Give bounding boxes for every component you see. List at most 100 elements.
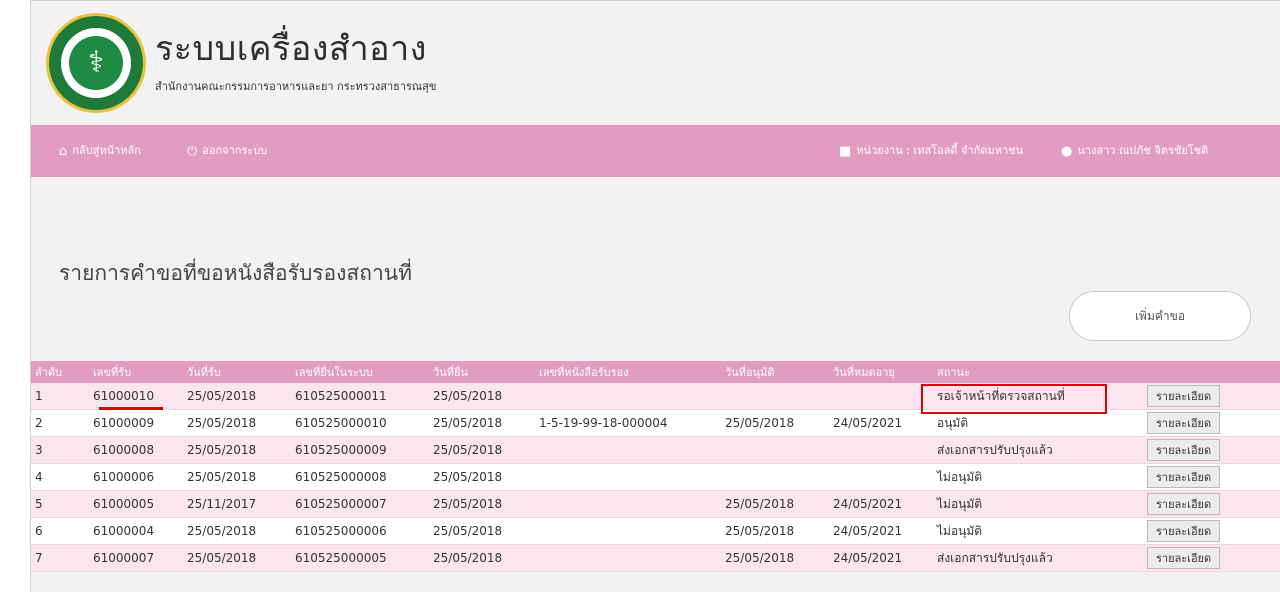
- cell-receive-date: 25/05/2018: [183, 463, 291, 491]
- nav-home-link[interactable]: ⌂ กลับสู่หน้าหลัก: [59, 125, 141, 177]
- cell-expire-date: 24/05/2021: [829, 544, 933, 572]
- cell-no: 3: [31, 436, 89, 464]
- nav-agency[interactable]: ■ หน่วยงาน : เทสโอลดี้ จำกัดมหาชน: [839, 125, 1023, 177]
- column-header[interactable]: วันที่หมดอายุ: [829, 361, 933, 383]
- receive-no-underline-annotation: [99, 407, 163, 410]
- cell-system-no: 610525000006: [291, 517, 429, 545]
- nav-user[interactable]: ● นางสาว ณปภัช จิตรชัยโชติ: [1061, 125, 1208, 177]
- detail-button[interactable]: รายละเอียด: [1147, 520, 1221, 542]
- app-frame: ⚕ ระบบเครื่องสำอาง สำนักงานคณะกรรมการอาห…: [30, 0, 1280, 592]
- cell-receive-no: 61000010: [89, 383, 183, 410]
- add-request-button[interactable]: เพิ่มคำขอ: [1069, 291, 1251, 341]
- column-header[interactable]: เลขที่หนังสือรับรอง: [535, 361, 721, 383]
- caduceus-icon: ⚕: [69, 36, 123, 90]
- cell-receive-no: 61000007: [89, 544, 183, 572]
- nav-logout-label: ออกจากระบบ: [202, 144, 268, 157]
- cell-no: 2: [31, 409, 89, 437]
- cell-expire-date: 24/05/2021: [829, 517, 933, 545]
- cell-action: รายละเอียด: [1143, 544, 1280, 572]
- cell-action: รายละเอียด: [1143, 436, 1280, 464]
- cell-status: ไม่อนุมัติ: [933, 490, 1143, 518]
- table-row: 4 61000006 25/05/2018 610525000008 25/05…: [31, 463, 1280, 491]
- cell-receive-no: 61000006: [89, 463, 183, 491]
- cell-action: รายละเอียด: [1143, 463, 1280, 491]
- detail-button[interactable]: รายละเอียด: [1147, 439, 1221, 461]
- cell-receive-no: 61000004: [89, 517, 183, 545]
- table-row: 6 61000004 25/05/2018 610525000006 25/05…: [31, 517, 1280, 545]
- cell-receive-date: 25/05/2018: [183, 409, 291, 437]
- cell-expire-date: [829, 463, 933, 491]
- cell-expire-date: [829, 383, 933, 410]
- cell-cert-no: [535, 436, 721, 464]
- site-title: ระบบเครื่องสำอาง: [155, 29, 427, 69]
- logo-ring: ⚕: [61, 28, 131, 98]
- cell-expire-date: 24/05/2021: [829, 409, 933, 437]
- cell-cert-no: 1-5-19-99-18-000004: [535, 409, 721, 437]
- cell-submit-date: 25/05/2018: [429, 409, 535, 437]
- cell-approve-date: [721, 383, 829, 410]
- cell-receive-date: 25/05/2018: [183, 517, 291, 545]
- cell-no: 7: [31, 544, 89, 572]
- cell-expire-date: 24/05/2021: [829, 490, 933, 518]
- cell-cert-no: [535, 544, 721, 572]
- home-icon: ⌂: [59, 143, 68, 159]
- detail-button[interactable]: รายละเอียด: [1147, 547, 1221, 569]
- cell-action: รายละเอียด: [1143, 383, 1280, 410]
- cell-receive-date: 25/11/2017: [183, 490, 291, 518]
- detail-button[interactable]: รายละเอียด: [1147, 493, 1221, 515]
- cell-approve-date: [721, 463, 829, 491]
- nav-logout-link[interactable]: ⏻ ออกจากระบบ: [187, 125, 267, 177]
- cell-receive-no: 61000005: [89, 490, 183, 518]
- cell-action: รายละเอียด: [1143, 517, 1280, 545]
- column-header[interactable]: เลขที่รับ: [89, 361, 183, 383]
- column-header[interactable]: เลขที่ยื่นในระบบ: [291, 361, 429, 383]
- cell-no: 6: [31, 517, 89, 545]
- cell-submit-date: 25/05/2018: [429, 436, 535, 464]
- nav-agency-label: หน่วยงาน : เทสโอลดี้ จำกัดมหาชน: [856, 144, 1024, 157]
- cell-status: ส่งเอกสารปรับปรุงแล้ว: [933, 544, 1143, 572]
- cell-status: ไม่อนุมัติ: [933, 517, 1143, 545]
- cell-cert-no: [535, 463, 721, 491]
- cell-action: รายละเอียด: [1143, 409, 1280, 437]
- cell-approve-date: 25/05/2018: [721, 544, 829, 572]
- cell-no: 5: [31, 490, 89, 518]
- cell-status: รอเจ้าหน้าที่ตรวจสถานที่: [933, 383, 1143, 410]
- cell-system-no: 610525000009: [291, 436, 429, 464]
- power-icon: ⏻: [187, 143, 198, 159]
- cell-system-no: 610525000005: [291, 544, 429, 572]
- cell-receive-no: 61000009: [89, 409, 183, 437]
- nav-home-label: กลับสู่หน้าหลัก: [72, 144, 141, 157]
- user-icon: ●: [1061, 143, 1073, 159]
- detail-button[interactable]: รายละเอียด: [1147, 466, 1221, 488]
- table-row: 5 61000005 25/11/2017 610525000007 25/05…: [31, 490, 1280, 518]
- cell-status: ส่งเอกสารปรับปรุงแล้ว: [933, 436, 1143, 464]
- detail-button[interactable]: รายละเอียด: [1147, 412, 1221, 434]
- briefcase-icon: ■: [839, 143, 852, 159]
- cell-submit-date: 25/05/2018: [429, 383, 535, 410]
- cell-action: รายละเอียด: [1143, 490, 1280, 518]
- cell-status: อนุมัติ: [933, 409, 1143, 437]
- cell-receive-date: 25/05/2018: [183, 436, 291, 464]
- page-title: รายการคำขอที่ขอหนังสือรับรองสถานที่: [59, 261, 412, 285]
- table-row: 1 61000010 25/05/2018 610525000011 25/05…: [31, 383, 1280, 410]
- cell-approve-date: 25/05/2018: [721, 490, 829, 518]
- cell-no: 1: [31, 383, 89, 410]
- site-subtitle: สำนักงานคณะกรรมการอาหารและยา กระทรวงสาธา…: [155, 80, 437, 93]
- cell-approve-date: [721, 436, 829, 464]
- cell-system-no: 610525000007: [291, 490, 429, 518]
- column-header[interactable]: วันที่อนุมัติ: [721, 361, 829, 383]
- detail-button[interactable]: รายละเอียด: [1147, 385, 1221, 407]
- column-header[interactable]: วันที่ยื่น: [429, 361, 535, 383]
- table-row: 7 61000007 25/05/2018 610525000005 25/05…: [31, 544, 1280, 572]
- request-table: ลำดับ เลขที่รับ วันที่รับ เลขที่ยื่นในระ…: [31, 361, 1280, 572]
- column-header[interactable]: ลำดับ: [31, 361, 89, 383]
- column-header[interactable]: วันที่รับ: [183, 361, 291, 383]
- table-header-row: ลำดับ เลขที่รับ วันที่รับ เลขที่ยื่นในระ…: [31, 361, 1280, 383]
- cell-expire-date: [829, 436, 933, 464]
- cell-submit-date: 25/05/2018: [429, 463, 535, 491]
- column-header: [1143, 361, 1280, 383]
- cell-submit-date: 25/05/2018: [429, 490, 535, 518]
- column-header[interactable]: สถานะ: [933, 361, 1143, 383]
- cell-no: 4: [31, 463, 89, 491]
- cell-system-no: 610525000008: [291, 463, 429, 491]
